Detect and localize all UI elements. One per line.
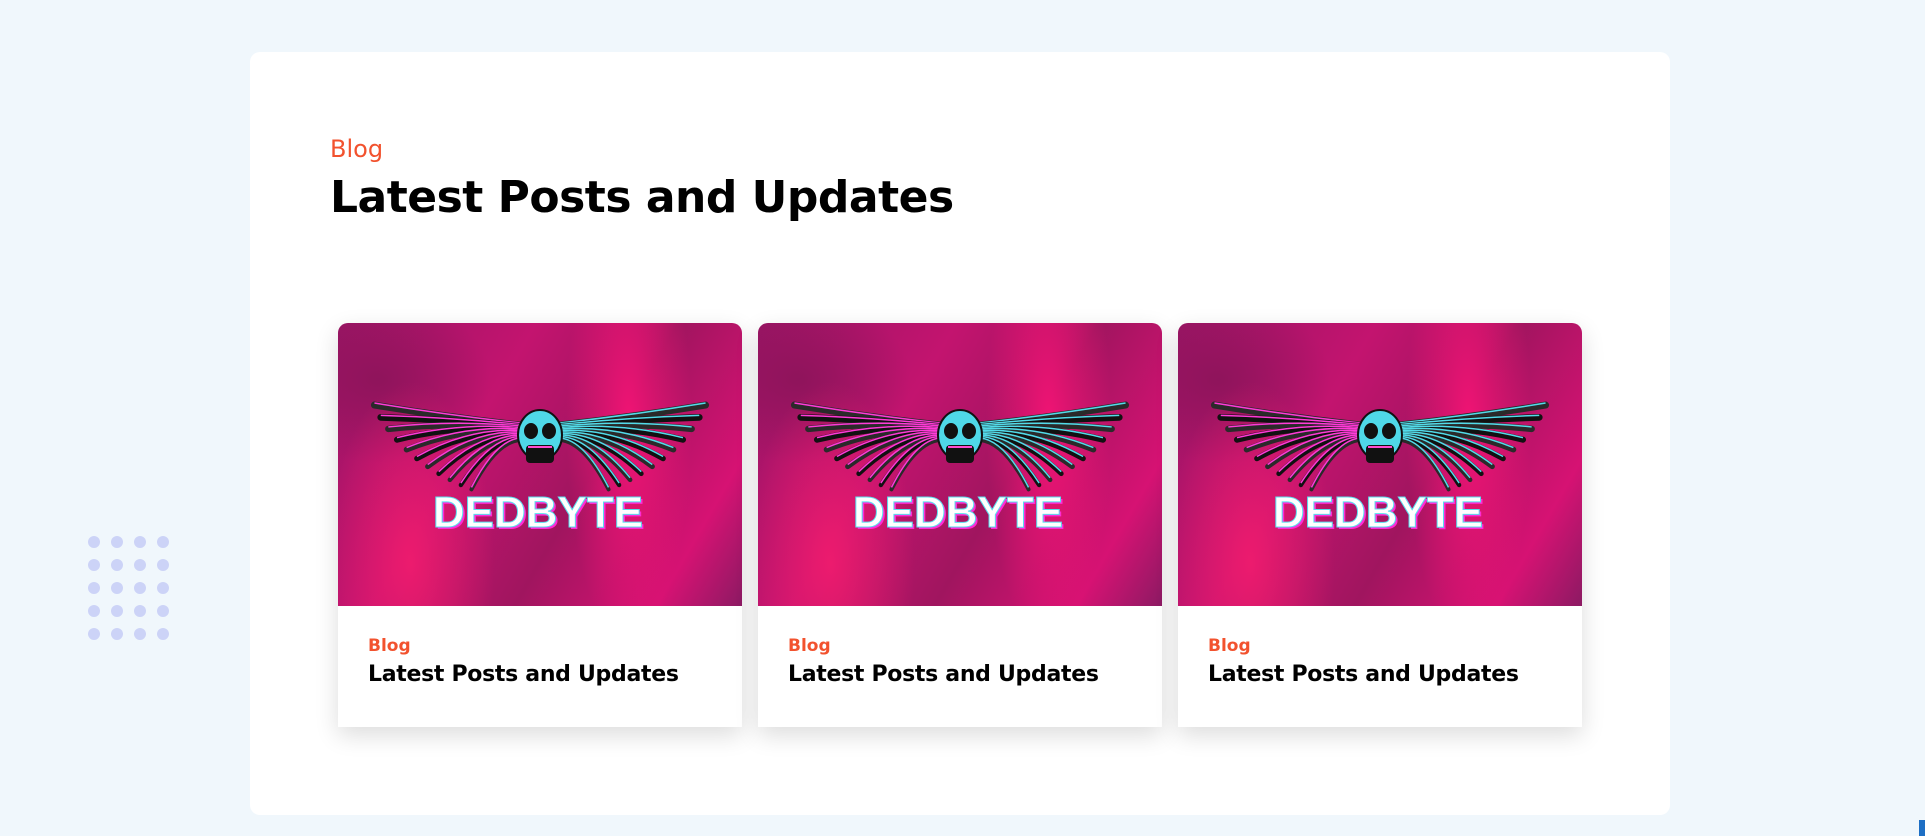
dot (111, 536, 123, 548)
right-wing-icon (1396, 401, 1550, 492)
dot (111, 582, 123, 594)
page: Blog Latest Posts and Updates DEDBYTE DE… (0, 0, 1925, 836)
dot (88, 605, 100, 617)
dot (134, 582, 146, 594)
post-thumbnail[interactable]: DEDBYTE DEDBYTE (1178, 323, 1582, 606)
dot (88, 582, 100, 594)
dot (88, 536, 100, 548)
dot (134, 628, 146, 640)
logo-text: DEDBYTE (1273, 488, 1483, 537)
blog-section: Blog Latest Posts and Updates DEDBYTE DE… (250, 52, 1670, 815)
dot (134, 605, 146, 617)
skull-wings-logo-icon: DEDBYTE DEDBYTE (370, 401, 710, 539)
skull-icon (1357, 409, 1403, 463)
post-card[interactable]: DEDBYTE DEDBYTE Blog Latest Posts and Up… (1178, 323, 1582, 727)
skull-wings-logo-icon: DEDBYTE DEDBYTE (1210, 401, 1550, 539)
post-title[interactable]: Latest Posts and Updates (1208, 662, 1519, 687)
post-title[interactable]: Latest Posts and Updates (368, 662, 679, 687)
skull-icon (937, 409, 983, 463)
post-card-body: Blog Latest Posts and Updates (788, 636, 1099, 687)
left-wing-icon (370, 401, 524, 492)
right-wing-icon (556, 401, 710, 492)
section-eyebrow: Blog (330, 135, 384, 163)
dot (157, 536, 169, 548)
dot-pattern-decoration (88, 536, 169, 640)
dot (111, 628, 123, 640)
left-wing-icon (790, 401, 944, 492)
left-wing-icon (1210, 401, 1364, 492)
dot (157, 628, 169, 640)
post-category[interactable]: Blog (368, 636, 679, 656)
dot (88, 628, 100, 640)
post-category[interactable]: Blog (788, 636, 1099, 656)
skull-icon (517, 409, 563, 463)
post-category[interactable]: Blog (1208, 636, 1519, 656)
logo-text: DEDBYTE (433, 488, 643, 537)
skull-wings-logo-icon: DEDBYTE DEDBYTE (790, 401, 1130, 539)
scroll-corner (1919, 820, 1925, 836)
post-card[interactable]: DEDBYTE DEDBYTE Blog Latest Posts and Up… (758, 323, 1162, 727)
dot (88, 559, 100, 571)
post-card[interactable]: DEDBYTE DEDBYTE Blog Latest Posts and Up… (338, 323, 742, 727)
dot (111, 605, 123, 617)
dot (157, 582, 169, 594)
logo-text: DEDBYTE (853, 488, 1063, 537)
post-thumbnail[interactable]: DEDBYTE DEDBYTE (758, 323, 1162, 606)
right-wing-icon (976, 401, 1130, 492)
post-title[interactable]: Latest Posts and Updates (788, 662, 1099, 687)
dot (134, 536, 146, 548)
dot (134, 559, 146, 571)
dot (157, 559, 169, 571)
dot (111, 559, 123, 571)
post-card-body: Blog Latest Posts and Updates (1208, 636, 1519, 687)
post-card-body: Blog Latest Posts and Updates (368, 636, 679, 687)
post-thumbnail[interactable]: DEDBYTE DEDBYTE (338, 323, 742, 606)
dot (157, 605, 169, 617)
section-title: Latest Posts and Updates (330, 172, 954, 223)
